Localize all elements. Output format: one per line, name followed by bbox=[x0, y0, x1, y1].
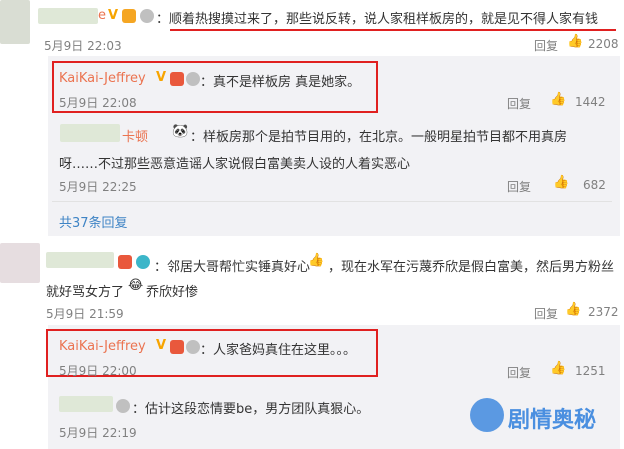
reply-time: 5月9日 22:00 bbox=[59, 364, 137, 378]
watermark-text: 剧情奥秘 bbox=[508, 408, 597, 433]
reply-text: ：人家爸妈真住在这里。。。 bbox=[200, 343, 357, 358]
comment-time: 5月9日 21:59 bbox=[46, 307, 124, 321]
vip-badge-icon: V bbox=[156, 70, 167, 85]
reply-time: 5月9日 22:19 bbox=[59, 426, 137, 440]
level-icon bbox=[116, 399, 130, 413]
panda-icon: 🐼 bbox=[172, 124, 189, 139]
reply-button[interactable]: 回复 bbox=[534, 37, 558, 54]
watermark-logo-icon bbox=[470, 398, 504, 432]
comment-text-cont: ，现在水军在污蔑乔欣是假白富美，然后男方粉丝 bbox=[328, 260, 615, 275]
medal-icon bbox=[122, 9, 136, 23]
avatar[interactable] bbox=[0, 0, 30, 44]
reply-time: 5月9日 22:08 bbox=[59, 96, 137, 110]
blurred-username bbox=[46, 252, 114, 268]
avatar[interactable] bbox=[0, 243, 40, 283]
reply-text: ：估计这段恋情要be，男方团队真狠心。 bbox=[132, 402, 370, 417]
reply-text: ：样板房那个是拍节目用的，在北京。一般明星拍节目都不用真房 bbox=[190, 130, 568, 145]
like-count: 2208 bbox=[588, 37, 619, 51]
level-icon bbox=[186, 340, 200, 354]
reply-button[interactable]: 回复 bbox=[507, 178, 531, 195]
reply-button[interactable]: 回复 bbox=[534, 305, 558, 322]
medal-icon bbox=[170, 72, 184, 86]
comment-text: ：邻居大哥帮忙实锤真好心 bbox=[154, 260, 311, 275]
blurred-username bbox=[59, 396, 113, 412]
like-count: 2372 bbox=[588, 305, 619, 319]
comment-text-line2b: 乔欣好惨 bbox=[146, 285, 199, 300]
laugh-emoji-icon: 😂 bbox=[128, 278, 144, 293]
thumbs-up-icon[interactable]: 👍 bbox=[553, 175, 569, 190]
vip-badge-icon: V bbox=[156, 338, 167, 353]
reply-button[interactable]: 回复 bbox=[507, 95, 531, 112]
medal-icon bbox=[118, 255, 132, 269]
thumbs-up-icon[interactable]: 👍 bbox=[550, 92, 566, 107]
reply-button[interactable]: 回复 bbox=[507, 364, 531, 381]
divider bbox=[52, 201, 612, 202]
like-count: 1442 bbox=[575, 95, 606, 109]
blurred-username bbox=[60, 124, 120, 142]
blurred-username bbox=[38, 8, 98, 24]
reply-text: ：真不是样板房 真是她家。 bbox=[200, 75, 361, 90]
comment-text: ：顺着热搜摸过来了，那些说反转，说人家租样板房的，就是见不得人家有钱 bbox=[156, 12, 599, 27]
more-replies-link[interactable]: 共37条回复 bbox=[59, 212, 128, 231]
medal-icon bbox=[170, 340, 184, 354]
reply-time: 5月9日 22:25 bbox=[59, 180, 137, 194]
thumbs-up-icon[interactable]: 👍 bbox=[567, 34, 583, 49]
reply-nickname[interactable]: KaiKai-Jeffrey bbox=[59, 71, 146, 86]
reply-nickname[interactable]: KaiKai-Jeffrey bbox=[59, 339, 146, 354]
thumbs-up-emoji-icon: 👍 bbox=[308, 253, 325, 268]
vip-badge-icon: V bbox=[108, 8, 119, 23]
like-count: 1251 bbox=[575, 364, 606, 378]
level-icon bbox=[186, 72, 200, 86]
reply-text-line2: 呀……不过那些恶意造谣人家说假白富美卖人设的人着实恶心 bbox=[59, 157, 411, 172]
camera-icon bbox=[136, 255, 150, 269]
comment-time: 5月9日 22:03 bbox=[44, 39, 122, 53]
comment-text-line2: 就好骂女方了 bbox=[46, 285, 125, 300]
red-underline bbox=[170, 29, 616, 31]
reply-nickname[interactable]: 卡顿 bbox=[122, 126, 148, 145]
level-icon bbox=[140, 9, 154, 23]
thumbs-up-icon[interactable]: 👍 bbox=[550, 361, 566, 376]
comment-nickname[interactable]: e bbox=[98, 8, 106, 23]
thumbs-up-icon[interactable]: 👍 bbox=[565, 302, 581, 317]
like-count: 682 bbox=[583, 178, 606, 192]
